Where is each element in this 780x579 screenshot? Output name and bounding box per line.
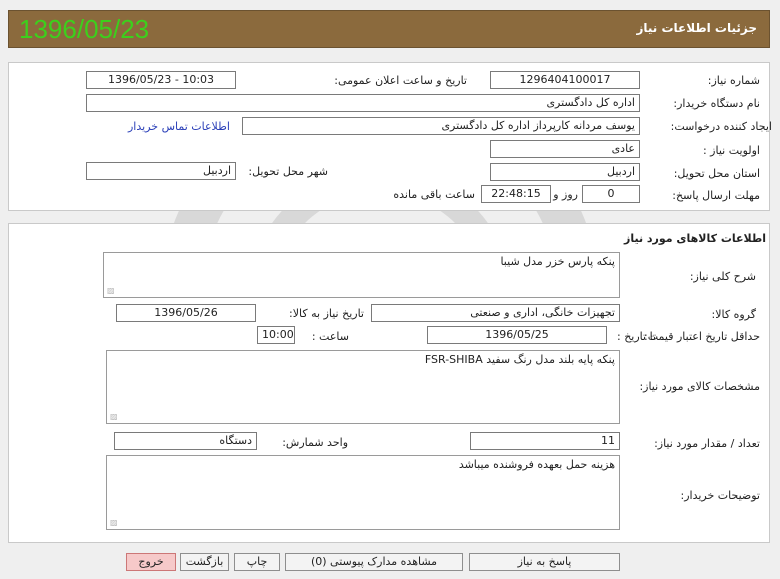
- need-date-field: 1396/05/26: [116, 304, 256, 322]
- specs-label: مشخصات کالای مورد نیاز:: [639, 380, 760, 393]
- specs-text: پنکه پایه بلند مدل رنگ سفید FSR-SHIBA: [424, 353, 615, 366]
- back-button[interactable]: بازگشت: [180, 553, 229, 571]
- buyer-notes-label: توضیحات خریدار:: [680, 489, 761, 502]
- need-number-label: شماره نیاز:: [707, 74, 760, 87]
- need-number-field: 1296404100017: [490, 71, 640, 89]
- view-attachments-button[interactable]: مشاهده مدارک پیوستی (0): [285, 553, 463, 571]
- priority-field: عادی: [490, 140, 640, 158]
- deadline-label: مهلت ارسال پاسخ:: [672, 189, 760, 202]
- general-desc-label: شرح کلی نیاز:: [689, 270, 756, 283]
- buyer-notes-textarea: هزینه حمل بعهده فروشنده میباشد ▨: [106, 455, 620, 530]
- creator-label: ایجاد کننده درخواست:: [670, 120, 772, 133]
- priority-label: اولویت نیاز :: [702, 144, 760, 157]
- hour-field: 10:00: [257, 326, 295, 344]
- need-date-label: تاریخ نیاز به کالا:: [289, 307, 364, 320]
- specs-textarea: پنکه پایه بلند مدل رنگ سفید FSR-SHIBA ▨: [106, 350, 620, 424]
- announce-field: 1396/05/23 - 10:03: [86, 71, 236, 89]
- print-button[interactable]: چاپ: [234, 553, 280, 571]
- qty-label: تعداد / مقدار مورد نیاز:: [654, 437, 760, 450]
- goods-group-label: گروه کالا:: [711, 308, 756, 321]
- resize-grip-icon[interactable]: ▨: [110, 413, 118, 421]
- until-date-label: تا تاریخ :: [617, 330, 656, 343]
- respond-button[interactable]: پاسخ به نیاز: [469, 553, 620, 571]
- remaining-label: ساعت باقی مانده: [393, 188, 475, 201]
- hour-label: ساعت :: [311, 330, 349, 343]
- buyer-contact-link[interactable]: اطلاعات تماس خریدار: [128, 120, 230, 133]
- buyer-notes-text: هزینه حمل بعهده فروشنده میباشد: [458, 458, 615, 471]
- announce-label: تاریخ و ساعت اعلان عمومی:: [334, 74, 467, 87]
- page-title: جزئیات اطلاعات نیاز: [636, 21, 757, 35]
- unit-field: دستگاه: [114, 432, 257, 450]
- min-validity-label: حداقل تاریخ اعتبار قیمت:: [644, 330, 760, 343]
- resize-grip-icon[interactable]: ▨: [107, 287, 115, 295]
- general-desc-textarea: پنکه پارس خزر مدل شیبا ▨: [103, 252, 620, 298]
- city-field: اردبیل: [86, 162, 236, 180]
- province-label: استان محل تحویل:: [673, 167, 760, 180]
- page-header: جزئیات اطلاعات نیاز 1396/05/23: [8, 10, 770, 48]
- exit-button[interactable]: خروج: [126, 553, 176, 571]
- header-date: 1396/05/23: [19, 14, 150, 44]
- deadline-days-field: 0: [582, 185, 640, 203]
- general-desc-text: پنکه پارس خزر مدل شیبا: [500, 255, 615, 268]
- days-word: روز و: [553, 188, 578, 201]
- deadline-time-field: 22:48:15: [481, 185, 551, 203]
- goods-section-title: اطلاعات کالاهای مورد نیاز: [624, 232, 766, 245]
- buyer-org-label: نام دستگاه خریدار:: [673, 97, 760, 110]
- qty-field: 11: [470, 432, 620, 450]
- province-field: اردبیل: [490, 163, 640, 181]
- goods-group-field: تجهیزات خانگی، اداری و صنعتی: [371, 304, 620, 322]
- creator-field: یوسف مردانه کارپرداز اداره کل دادگستری: [242, 117, 640, 135]
- city-label: شهر محل تحویل:: [248, 165, 328, 178]
- until-date-field: 1396/05/25: [427, 326, 607, 344]
- unit-label: واحد شمارش:: [282, 436, 348, 449]
- resize-grip-icon[interactable]: ▨: [110, 519, 118, 527]
- buyer-org-field: اداره کل دادگستری: [86, 94, 640, 112]
